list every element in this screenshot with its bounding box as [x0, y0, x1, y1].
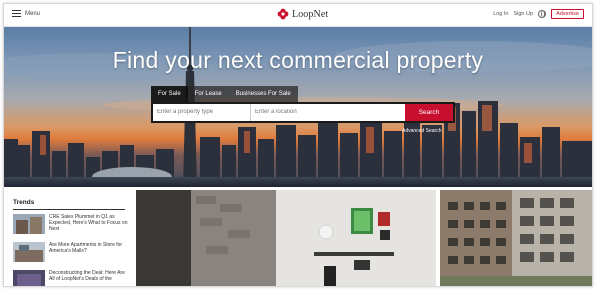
site-header: Menu LoopNet Log In Sign Up Advertise — [4, 4, 592, 27]
trends-title: Trends — [13, 199, 125, 210]
trend-thumbnail — [13, 270, 45, 286]
browser-frame: Menu LoopNet Log In Sign Up Advertise Fi… — [3, 3, 593, 287]
advanced-search-link[interactable]: Advanced Search — [402, 128, 441, 134]
trend-item[interactable]: Are More Apartments in Store for America… — [13, 242, 131, 266]
trends-panel: Trends CRE Sales Plummet in Q1 as Expect… — [10, 190, 131, 286]
featured-building-image[interactable] — [440, 190, 592, 286]
tab-for-sale[interactable]: For Sale — [151, 86, 188, 102]
search-bar: Search — [151, 102, 455, 123]
menu-button[interactable]: Menu — [12, 10, 41, 18]
trend-headline: CRE Sales Plummet in Q1 as Expected, Her… — [49, 214, 128, 232]
account-nav: Log In Sign Up Advertise — [493, 9, 584, 19]
search-button[interactable]: Search — [405, 104, 453, 121]
hero-title: Find your next commercial property — [112, 47, 484, 73]
trend-headline: Deconstructing the Deal: Here Are All of… — [49, 270, 125, 282]
login-link[interactable]: Log In — [493, 11, 508, 17]
featured-office-image[interactable] — [136, 190, 436, 286]
trend-item[interactable]: CRE Sales Plummet in Q1 as Expected, Her… — [13, 214, 131, 238]
search-tabs: For Sale For Lease Businesses For Sale — [151, 86, 298, 102]
menu-label: Menu — [25, 10, 41, 17]
trend-thumbnail — [13, 242, 45, 262]
globe-icon[interactable] — [538, 10, 547, 18]
property-type-input[interactable] — [153, 104, 251, 121]
trend-headline: Are More Apartments in Store for America… — [49, 242, 123, 254]
logo-text: LoopNet — [292, 8, 329, 20]
signup-link[interactable]: Sign Up — [513, 11, 533, 17]
hamburger-icon — [12, 10, 21, 18]
location-input[interactable] — [251, 104, 405, 121]
tab-businesses-for-sale[interactable]: Businesses For Sale — [228, 86, 298, 102]
hero-banner: Find your next commercial property For S… — [4, 27, 592, 187]
loopnet-logo-icon — [277, 8, 289, 20]
trend-thumbnail — [13, 214, 45, 234]
advertise-button[interactable]: Advertise — [551, 9, 584, 19]
tab-for-lease[interactable]: For Lease — [187, 86, 229, 102]
trend-item[interactable]: Deconstructing the Deal: Here Are All of… — [13, 270, 131, 286]
loopnet-logo[interactable]: LoopNet — [277, 8, 328, 20]
